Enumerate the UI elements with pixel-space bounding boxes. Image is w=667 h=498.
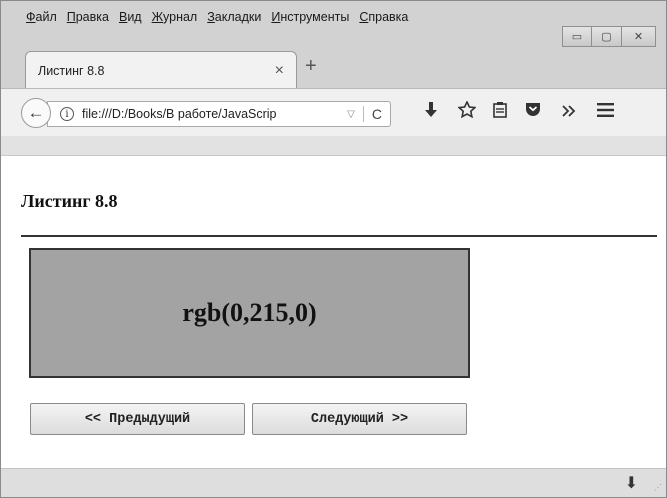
url-separator (362, 106, 364, 122)
menu-view[interactable]: Вид (119, 10, 142, 24)
close-icon: ✕ (633, 31, 644, 43)
color-value: rgb(0,215,0) (182, 298, 317, 327)
menu-help[interactable]: Справка (359, 10, 408, 24)
maximize-button[interactable]: ▢ (592, 26, 622, 47)
downloads-status-icon[interactable]: ⬇ (625, 473, 638, 493)
url-text[interactable]: file:///D:/Books/В работе/JavaScrip (82, 107, 339, 121)
overflow-icon[interactable] (551, 102, 587, 122)
menu-edit[interactable]: Правка (67, 10, 109, 24)
previous-button[interactable]: << Предыдущий (30, 403, 245, 435)
info-icon[interactable]: i (60, 107, 74, 121)
page-heading: Листинг 8.8 (21, 191, 118, 211)
bookmarks-toolbar (1, 136, 666, 156)
minimize-button[interactable]: ▭ (562, 26, 592, 47)
tab-title: Листинг 8.8 (38, 63, 105, 78)
pocket-icon[interactable] (515, 102, 551, 122)
url-dropdown-icon[interactable]: ▽ (347, 109, 355, 120)
navigation-bar: i file:///D:/Books/В работе/JavaScrip ▽ … (1, 88, 666, 136)
tab-active[interactable]: Листинг 8.8 × (25, 51, 297, 89)
close-window-button[interactable]: ✕ (622, 26, 656, 47)
bookmark-star-icon[interactable] (449, 100, 485, 123)
url-bar[interactable]: i file:///D:/Books/В работе/JavaScrip ▽ … (47, 101, 391, 127)
new-tab-button[interactable]: + (305, 55, 317, 78)
menu-tools[interactable]: Инструменты (271, 10, 349, 24)
maximize-icon: ▢ (601, 31, 612, 43)
back-arrow-icon: ← (27, 103, 45, 122)
color-display-box: rgb(0,215,0) (29, 248, 470, 378)
tab-close-icon[interactable]: × (275, 62, 284, 80)
divider (21, 235, 657, 237)
reload-icon[interactable]: C (372, 106, 382, 122)
back-button[interactable]: ← (21, 98, 51, 128)
resize-grip-icon[interactable]: ⋰ (654, 483, 662, 492)
download-icon[interactable] (413, 101, 449, 123)
browser-window: Файл Правка Вид Журнал Закладки Инструме… (0, 0, 667, 498)
status-bar: ⬇ ⋰ (1, 468, 666, 497)
window-controls: ▭ ▢ ✕ (562, 26, 656, 47)
page-content: Листинг 8.8 rgb(0,215,0) << Предыдущий С… (1, 156, 666, 468)
menu-file[interactable]: Файл (26, 10, 57, 24)
reader-view-icon[interactable] (485, 101, 515, 123)
menu-bookmarks[interactable]: Закладки (207, 10, 261, 24)
menu-icon[interactable] (587, 102, 623, 122)
toolbar-icons (413, 100, 623, 123)
minimize-icon: ▭ (571, 31, 583, 43)
next-button[interactable]: Следующий >> (252, 403, 467, 435)
menu-history[interactable]: Журнал (152, 10, 198, 24)
